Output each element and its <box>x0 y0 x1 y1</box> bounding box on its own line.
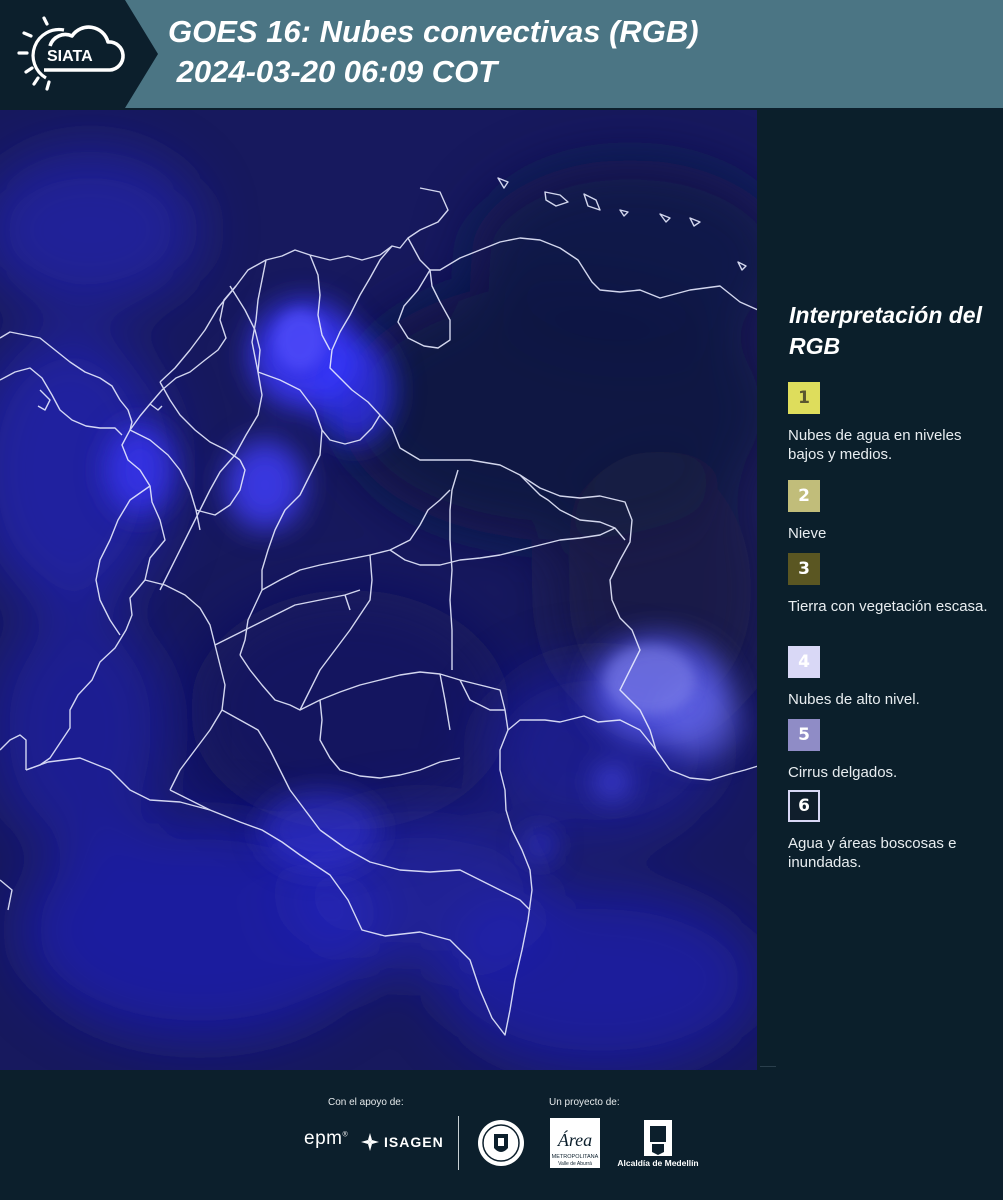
satellite-map[interactable] <box>0 110 758 1070</box>
siata-logo[interactable]: SIATA <box>0 0 160 108</box>
isagen-text: ISAGEN <box>384 1134 444 1150</box>
area-metropolitana-logo[interactable]: Área METROPOLITANA Valle de Aburrá <box>550 1118 600 1168</box>
footer-divider <box>760 1066 776 1067</box>
legend-item-1: 1 Nubes de agua en niveles bajos y medio… <box>788 382 993 464</box>
legend-label-4: Nubes de alto nivel. <box>788 691 920 708</box>
legend-item-3: 3 Tierra con vegetación escasa. <box>788 553 993 616</box>
legend-number-5: 5 <box>798 725 810 745</box>
title-line-1: GOES 16: Nubes convectivas (RGB) <box>168 14 699 49</box>
project-label: Un proyecto de: <box>549 1097 620 1108</box>
legend-swatch-2: 2 <box>788 480 820 512</box>
header-bar: SIATA GOES 16: Nubes convectivas (RGB) 2… <box>0 0 1003 108</box>
logo-text: SIATA <box>47 48 93 65</box>
legend-label-6: Agua y áreas boscosas e inundadas. <box>788 835 957 871</box>
footer-separator <box>458 1116 459 1170</box>
coat-of-arms-icon <box>644 1120 672 1156</box>
legend-panel: Interpretación del RGB 1 Nubes de agua e… <box>760 110 1003 1070</box>
legend-swatch-4: 4 <box>788 646 820 678</box>
legend-swatch-3: 3 <box>788 553 820 585</box>
support-label: Con el apoyo de: <box>328 1097 404 1108</box>
metropolitana-text: METROPOLITANA <box>552 1154 599 1160</box>
registered-icon: ® <box>342 1131 349 1139</box>
epm-logo[interactable]: epm® <box>304 1128 348 1150</box>
valle-text: Valle de Aburrá <box>558 1161 592 1167</box>
legend-swatch-1: 1 <box>788 382 820 414</box>
legend-label-2: Nieve <box>788 525 827 542</box>
epm-logo-text: epm <box>304 1128 343 1149</box>
legend-swatch-6: 6 <box>788 790 820 822</box>
page-title: GOES 16: Nubes convectivas (RGB) 2024-03… <box>168 12 699 92</box>
legend-label-3: Tierra con vegetación escasa. <box>788 598 988 615</box>
map-right-edge <box>757 110 759 1070</box>
legend-swatch-5: 5 <box>788 719 820 751</box>
legend-number-6: 6 <box>798 796 810 816</box>
legend-number-2: 2 <box>798 486 810 506</box>
legend-number-4: 4 <box>798 652 810 672</box>
legend-item-2: 2 Nieve <box>788 480 993 543</box>
alcaldia-medellin-logo[interactable]: Alcaldía de Medellín <box>612 1118 704 1170</box>
medellin-seal-icon[interactable] <box>476 1118 526 1173</box>
legend-item-5: 5 Cirrus delgados. <box>788 719 993 782</box>
legend-item-6: 6 Agua y áreas boscosas e inundadas. <box>788 790 993 872</box>
isagen-logo[interactable]: ISAGEN <box>360 1130 444 1154</box>
legend-item-4: 4 Nubes de alto nivel. <box>788 646 993 709</box>
area-text: Área <box>557 1129 592 1150</box>
legend-number-1: 1 <box>798 388 810 408</box>
isagen-icon <box>361 1133 379 1151</box>
legend-label-1: Nubes de agua en niveles bajos y medios. <box>788 427 962 463</box>
legend-title: Interpretación del RGB <box>789 302 982 359</box>
legend-number-3: 3 <box>798 559 810 579</box>
title-line-2: 2024-03-20 06:09 COT <box>168 54 498 89</box>
legend-label-5: Cirrus delgados. <box>788 764 898 781</box>
alcaldia-text: Alcaldía de Medellín <box>617 1158 699 1168</box>
